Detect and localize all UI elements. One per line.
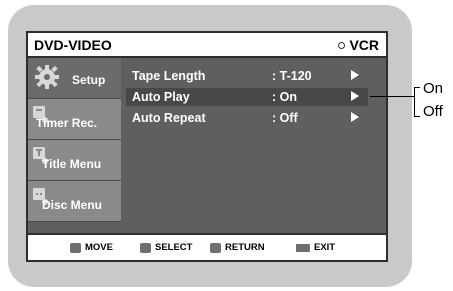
- setting-name: Tape Length: [132, 69, 206, 83]
- help-select: SELECT: [140, 242, 192, 253]
- setting-value: : T-120: [272, 69, 312, 83]
- title-bar: DVD-VIDEO VCR: [28, 33, 386, 58]
- help-move: MOVE: [70, 242, 113, 253]
- select-enter-icon: [140, 242, 151, 253]
- osd-screen: DVD-VIDEO VCR Setup Timer Rec. Title Men…: [26, 31, 388, 262]
- callout-line-vertical: [414, 87, 415, 117]
- exit-icon: [296, 243, 310, 252]
- setting-row-auto-play[interactable]: Auto Play : On: [126, 88, 368, 106]
- sidebar-item-label: Setup: [72, 73, 106, 87]
- vcr-mode-indicator[interactable]: VCR: [338, 37, 379, 53]
- sidebar-item-label: Title Menu: [42, 157, 102, 171]
- arrow-right-icon: [351, 112, 359, 122]
- callout-tick-top: [414, 87, 420, 88]
- help-exit: EXIT: [296, 242, 335, 253]
- sidebar-item-timer-rec[interactable]: Timer Rec.: [28, 99, 121, 140]
- help-move-label: MOVE: [85, 242, 113, 253]
- option-off-label: Off: [423, 103, 443, 120]
- arrow-right-icon: [351, 91, 359, 101]
- sidebar-item-label: Timer Rec.: [36, 116, 98, 130]
- gear-icon: [35, 65, 59, 89]
- help-return-label: RETURN: [225, 242, 265, 253]
- setting-name: Auto Play: [132, 90, 190, 104]
- option-on-label: On: [423, 80, 444, 97]
- mode-title: DVD-VIDEO: [34, 37, 112, 53]
- sidebar-item-setup[interactable]: Setup: [28, 58, 121, 99]
- sidebar-item-title-menu[interactable]: Title Menu: [28, 140, 121, 181]
- arrow-right-icon: [351, 70, 359, 80]
- help-select-label: SELECT: [155, 242, 193, 253]
- vcr-label: VCR: [349, 37, 379, 53]
- help-exit-label: EXIT: [314, 242, 336, 253]
- setting-row-auto-repeat[interactable]: Auto Repeat : Off: [126, 109, 368, 127]
- setting-value: : Off: [272, 111, 298, 125]
- help-return: RETURN: [210, 242, 265, 253]
- radio-circle-icon: [338, 41, 346, 49]
- sidebar-item-disc-menu[interactable]: Disc Menu: [28, 181, 121, 222]
- move-arrows-icon: [70, 242, 81, 253]
- help-bar: MOVE SELECT RETURN EXIT: [28, 233, 386, 260]
- return-icon: [210, 242, 221, 253]
- callout-line-horizontal: [370, 96, 414, 97]
- sidebar-item-label: Disc Menu: [42, 198, 103, 212]
- setting-value: : On: [272, 90, 297, 104]
- callout-tick-bottom: [414, 116, 420, 117]
- setting-row-tape-length[interactable]: Tape Length : T-120: [126, 67, 368, 85]
- setting-name: Auto Repeat: [132, 111, 206, 125]
